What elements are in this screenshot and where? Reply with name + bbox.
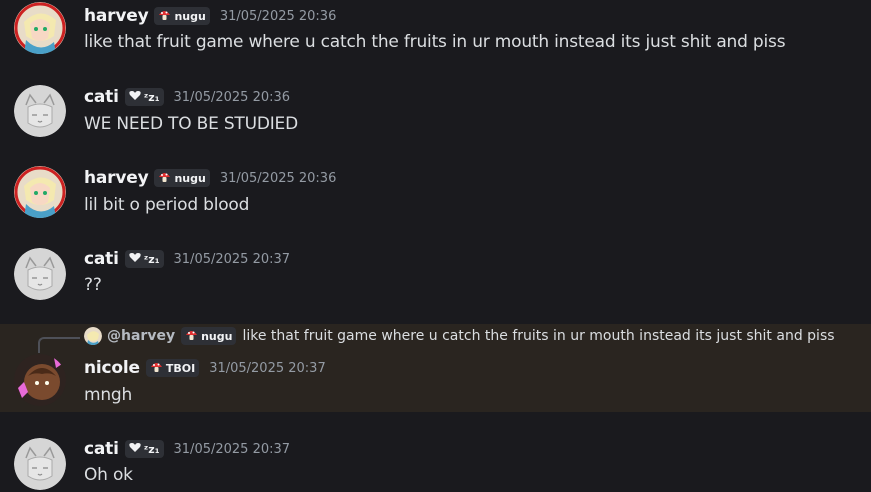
message-item[interactable]: harvey nugu 31/05/2025 20:36 lil bit o p…: [0, 162, 871, 242]
message-content: lil bit o period blood: [84, 195, 250, 215]
author-name[interactable]: harvey: [84, 168, 149, 188]
guild-tag-label: nugu: [201, 329, 233, 343]
timestamp[interactable]: 31/05/2025 20:36: [220, 171, 337, 186]
reply-author[interactable]: @harvey: [107, 328, 175, 344]
timestamp[interactable]: 31/05/2025 20:36: [220, 9, 337, 24]
message-content: Oh ok: [84, 465, 133, 485]
guild-tag-label: ᶻz₁: [143, 90, 160, 104]
heart-icon: [129, 442, 141, 456]
mushroom-icon: [158, 9, 171, 24]
message-item[interactable]: cati ᶻz₁ 31/05/2025 20:36 WE NEED TO BE …: [0, 80, 871, 162]
guild-tag-label: nugu: [174, 9, 206, 23]
message-item[interactable]: cati ᶻz₁ 31/05/2025 20:37 Oh ok: [0, 432, 871, 492]
chat-log: harvey nugu 31/05/2025 20:36 like that f…: [0, 0, 871, 490]
timestamp[interactable]: 31/05/2025 20:37: [209, 361, 326, 376]
author-name[interactable]: cati: [84, 249, 119, 269]
reply-preview[interactable]: @harvey nugu like that fruit game where …: [84, 327, 835, 345]
guild-tag[interactable]: TBOI: [145, 359, 200, 377]
heart-icon: [129, 252, 141, 266]
message-header: cati ᶻz₁ 31/05/2025 20:36: [84, 87, 290, 107]
message-header: nicole TBOI 31/05/2025 20:37: [84, 358, 326, 378]
mushroom-icon: [185, 329, 198, 344]
timestamp[interactable]: 31/05/2025 20:37: [174, 252, 291, 267]
message-header: harvey nugu 31/05/2025 20:36: [84, 168, 336, 188]
message-content: like that fruit game where u catch the f…: [84, 32, 786, 52]
timestamp[interactable]: 31/05/2025 20:36: [174, 90, 291, 105]
mushroom-icon: [158, 171, 171, 186]
guild-tag-label: ᶻz₁: [143, 442, 160, 456]
guild-tag[interactable]: nugu: [154, 169, 210, 187]
reply-avatar: [84, 327, 102, 345]
message-header: cati ᶻz₁ 31/05/2025 20:37: [84, 439, 290, 459]
guild-tag[interactable]: ᶻz₁: [124, 440, 164, 458]
message-item-mention[interactable]: @harvey nugu like that fruit game where …: [0, 324, 871, 412]
avatar-cati[interactable]: [14, 248, 66, 300]
reply-text: like that fruit game where u catch the f…: [242, 328, 835, 344]
author-name[interactable]: cati: [84, 87, 119, 107]
avatar-harvey[interactable]: [14, 2, 66, 54]
avatar-nicole[interactable]: [14, 354, 66, 406]
message-item[interactable]: harvey nugu 31/05/2025 20:36 like that f…: [0, 0, 871, 80]
avatar-cati[interactable]: [14, 85, 66, 137]
message-content: ??: [84, 275, 102, 295]
reply-spine: [38, 337, 80, 353]
reply-guild-tag: nugu: [181, 327, 237, 345]
message-header: cati ᶻz₁ 31/05/2025 20:37: [84, 249, 290, 269]
avatar-cati[interactable]: [14, 438, 66, 490]
guild-tag[interactable]: ᶻz₁: [124, 250, 164, 268]
message-item[interactable]: cati ᶻz₁ 31/05/2025 20:37 ??: [0, 242, 871, 324]
message-content: WE NEED TO BE STUDIED: [84, 114, 298, 134]
timestamp[interactable]: 31/05/2025 20:37: [174, 442, 291, 457]
author-name[interactable]: nicole: [84, 358, 140, 378]
guild-tag[interactable]: nugu: [154, 7, 210, 25]
guild-tag-label: ᶻz₁: [143, 252, 160, 266]
author-name[interactable]: cati: [84, 439, 119, 459]
guild-tag[interactable]: ᶻz₁: [124, 88, 164, 106]
guild-tag-label: nugu: [174, 171, 206, 185]
author-name[interactable]: harvey: [84, 6, 149, 26]
mushroom-icon: [150, 361, 163, 376]
guild-tag-label: TBOI: [165, 361, 196, 375]
message-header: harvey nugu 31/05/2025 20:36: [84, 6, 336, 26]
avatar-harvey[interactable]: [14, 166, 66, 218]
message-content: mngh: [84, 385, 133, 405]
heart-icon: [129, 90, 141, 104]
